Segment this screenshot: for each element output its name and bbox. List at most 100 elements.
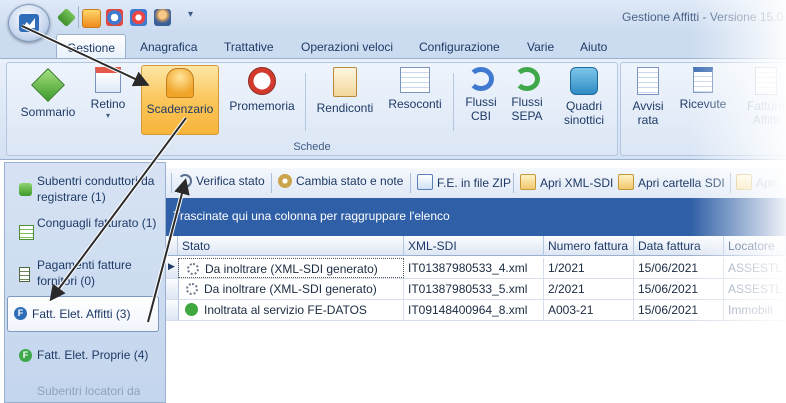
fe-zip-button[interactable]: F.E. in file ZIP — [417, 174, 511, 190]
apri-button[interactable]: Apri — [736, 174, 777, 190]
flussi-cbi-button[interactable]: Flussi CBI — [459, 65, 503, 133]
app-logo-icon — [19, 14, 39, 32]
ribbon-tabs: Gestione Anagrafica Trattative Operazion… — [0, 34, 786, 59]
verifica-stato-button[interactable]: Verifica stato — [178, 174, 265, 188]
toolbar-separator — [410, 173, 411, 193]
toolbar-separator — [513, 173, 514, 193]
invoice-grid: Stato XML-SDI Numero fattura Data fattur… — [166, 236, 786, 401]
group-by-panel[interactable]: Trascinate qui una colonna per raggruppa… — [166, 198, 786, 236]
ribbon-separator — [453, 73, 454, 131]
cell-locatore: ASSESTL — [724, 279, 786, 299]
diamond-icon — [31, 68, 65, 102]
group-by-hint: Trascinate qui una colonna per raggruppa… — [173, 209, 450, 223]
spreadsheet-icon — [19, 225, 34, 240]
cell-data-fattura: 15/06/2021 — [634, 300, 724, 320]
tab-anagrafica[interactable]: Anagrafica — [140, 40, 197, 54]
apri-cartella-sdi-button[interactable]: Apri cartella SDI — [618, 174, 725, 190]
ricevute-button[interactable]: Ricevute — [675, 65, 731, 133]
fatture-affitti-button[interactable]: Fatture Affitti — [741, 65, 786, 133]
column-header-numero-fattura[interactable]: Numero fattura — [544, 236, 634, 256]
bell-icon[interactable] — [82, 9, 101, 28]
cell-data-fattura: 15/06/2021 — [634, 279, 724, 299]
ribbon-panel: Sommario Retino ▾ Scadenzario Promemoria… — [0, 58, 786, 160]
left-nav-panel: Subentri conduttori da registrare (1) Co… — [4, 162, 166, 403]
user-icon[interactable] — [154, 9, 171, 26]
tab-gestione[interactable]: Gestione — [56, 34, 127, 59]
refresh-icon — [178, 174, 192, 188]
cell-xml-sdi: IT01387980533_4.xml — [404, 258, 544, 278]
gear-icon — [278, 174, 292, 188]
grid-toolbar: Verifica stato Cambia stato e note F.E. … — [166, 168, 786, 199]
cell-numero-fattura: 2/2021 — [544, 279, 634, 299]
cell-data-fattura: 15/06/2021 — [634, 258, 724, 278]
swap-icon — [19, 183, 32, 196]
retino-button[interactable]: Retino ▾ — [83, 65, 133, 133]
column-header-stato[interactable]: Stato — [178, 236, 404, 256]
promemoria-button[interactable]: Promemoria — [225, 65, 299, 133]
invoice-icon — [755, 67, 777, 95]
zip-icon — [417, 174, 433, 190]
nav-item-subentri-locatori[interactable]: Subentri locatori da — [11, 383, 161, 402]
home-icon[interactable] — [56, 7, 77, 28]
folder-icon — [618, 174, 634, 190]
cambia-stato-button[interactable]: Cambia stato e note — [278, 174, 403, 188]
title-bar: ▾ Gestione Affitti - Versione 15.0 — [0, 0, 786, 42]
clipboard-icon — [333, 67, 357, 97]
scadenzario-button[interactable]: Scadenzario — [141, 65, 219, 135]
avvisi-rata-button[interactable]: Avvisi rata — [625, 65, 671, 133]
quick-access-menu-glyph[interactable]: ▾ — [188, 9, 193, 20]
table-row[interactable]: Da inoltrare (XML-SDI generato) IT013879… — [166, 279, 786, 300]
document-icon — [19, 267, 30, 282]
ribbon-group-documenti: Avvisi rata Ricevute Fatture Affitti — [620, 62, 786, 156]
nav-item-fatt-elet-affitti[interactable]: F Fatt. Elet. Affitti (3) — [7, 296, 159, 332]
tab-varie[interactable]: Varie — [527, 40, 554, 54]
folder-icon — [520, 174, 536, 190]
table-row[interactable]: ▶ Da inoltrare (XML-SDI generato) IT0138… — [166, 258, 786, 279]
cell-stato: Inoltrata al servizio FE-DATOS — [178, 300, 404, 320]
cell-locatore: Immobili — [724, 300, 786, 320]
nav-item-pagamenti-fornitori[interactable]: Pagamenti fatture fornitori (0) — [11, 257, 161, 293]
application-menu-button[interactable] — [8, 4, 50, 42]
receipt-icon — [693, 67, 713, 93]
ribbon-separator — [305, 73, 306, 131]
column-header-locatore[interactable]: Locatore — [724, 236, 786, 256]
folder-icon — [736, 174, 752, 190]
cell-xml-sdi: IT01387980533_5.xml — [404, 279, 544, 299]
alarm-clock-icon — [248, 67, 276, 95]
check-globe-icon — [185, 303, 198, 316]
toolbar-grip — [171, 173, 172, 193]
column-header-data-fattura[interactable]: Data fattura — [634, 236, 724, 256]
cell-xml-sdi: IT09148400964_8.xml — [404, 300, 544, 320]
toolbar-separator — [730, 173, 731, 193]
cell-numero-fattura: A003-21 — [544, 300, 634, 320]
help-icon[interactable] — [130, 9, 147, 26]
sync-green-icon — [514, 67, 540, 91]
nav-item-subentri-conduttori[interactable]: Subentri conduttori da registrare (1) — [11, 173, 161, 209]
rendiconti-button[interactable]: Rendiconti — [313, 65, 377, 133]
nav-item-conguagli[interactable]: Conguagli fatturato (1) — [11, 215, 161, 251]
sommario-button[interactable]: Sommario — [15, 65, 81, 133]
tab-configurazione[interactable]: Configurazione — [419, 40, 500, 54]
quadri-sinottici-button[interactable]: Quadri sinottici — [555, 65, 613, 133]
sync-blue-icon — [468, 67, 494, 91]
fattura-elettronica-icon: F — [19, 349, 32, 362]
tab-operazioni-veloci[interactable]: Operazioni veloci — [301, 40, 393, 54]
column-header-xml-sdi[interactable]: XML-SDI — [404, 236, 544, 256]
refresh-icon[interactable] — [106, 9, 123, 26]
tab-trattative[interactable]: Trattative — [224, 40, 274, 54]
apri-xml-sdi-button[interactable]: Apri XML-SDI — [520, 174, 613, 190]
puzzle-icon — [570, 67, 598, 95]
nav-item-fatt-elet-proprie[interactable]: F Fatt. Elet. Proprie (4) — [11, 347, 161, 367]
cell-numero-fattura: 1/2021 — [544, 258, 634, 278]
cell-stato: Da inoltrare (XML-SDI generato) — [178, 279, 404, 299]
fattura-elettronica-icon: F — [14, 307, 27, 320]
window-title: Gestione Affitti - Versione 15.0 — [622, 10, 784, 24]
tab-aiuto[interactable]: Aiuto — [580, 40, 607, 54]
quick-access-separator — [78, 6, 79, 28]
resoconti-button[interactable]: Resoconti — [385, 65, 445, 133]
calendar-icon — [95, 67, 121, 93]
flussi-sepa-button[interactable]: Flussi SEPA — [505, 65, 549, 133]
ribbon-group-schede: Sommario Retino ▾ Scadenzario Promemoria… — [6, 62, 618, 156]
bell-icon — [166, 68, 194, 98]
table-row[interactable]: Inoltrata al servizio FE-DATOS IT0914840… — [166, 300, 786, 321]
